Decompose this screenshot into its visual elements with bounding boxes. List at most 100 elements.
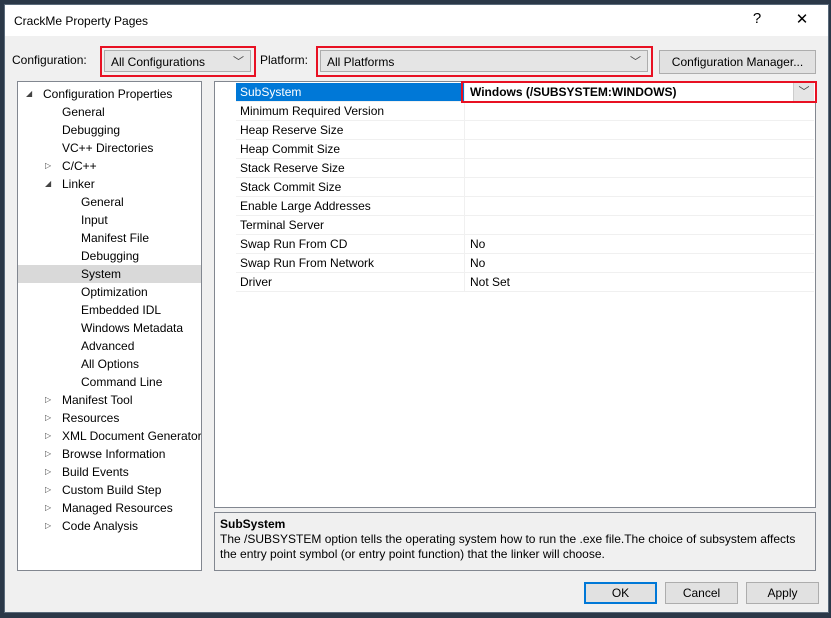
- property-row[interactable]: Driver Not Set: [236, 273, 814, 292]
- tree-item[interactable]: VC++ Directories: [18, 139, 201, 157]
- property-value[interactable]: [466, 159, 814, 177]
- tree-item[interactable]: ▷ C/C++: [18, 157, 201, 175]
- tree-item-label: Linker: [62, 177, 95, 191]
- property-name: Swap Run From CD: [236, 235, 465, 253]
- property-value[interactable]: No: [466, 235, 814, 253]
- property-row[interactable]: Stack Commit Size: [236, 178, 814, 197]
- collapsed-arrow-icon[interactable]: ▷: [45, 517, 51, 535]
- tree-item[interactable]: ▷ XML Document Generator: [18, 427, 201, 445]
- tree-item[interactable]: Windows Metadata: [18, 319, 201, 337]
- tree-item-label: Manifest Tool: [62, 393, 133, 407]
- tree-item[interactable]: Advanced: [18, 337, 201, 355]
- property-grid[interactable]: SubSystem Windows (/SUBSYSTEM:WINDOWS) Min…: [214, 81, 816, 508]
- tree-item-label: C/C++: [62, 159, 97, 173]
- property-row[interactable]: Stack Reserve Size: [236, 159, 814, 178]
- tree-item-label: Debugging: [62, 123, 121, 137]
- tree-item-label: XML Document Generator: [62, 429, 202, 443]
- tree-item-label: Debugging: [81, 249, 140, 263]
- tree-item-label: Browse Information: [62, 447, 166, 461]
- property-row[interactable]: Heap Commit Size: [236, 140, 814, 159]
- property-tree[interactable]: ◢ Configuration Properties General Debuggin…: [17, 81, 202, 571]
- tree-item[interactable]: ▷ Manifest Tool: [18, 391, 201, 409]
- tree-item-label: VC++ Directories: [62, 141, 154, 155]
- apply-button[interactable]: Apply: [746, 582, 819, 604]
- collapsed-arrow-icon[interactable]: ▷: [45, 391, 51, 409]
- tree-item[interactable]: ▷ Browse Information: [18, 445, 201, 463]
- property-row[interactable]: Enable Large Addresses: [236, 197, 814, 216]
- property-value[interactable]: [466, 216, 814, 234]
- tree-item[interactable]: System: [18, 265, 201, 283]
- tree-item-label: Manifest File: [81, 231, 150, 245]
- tree-item-label: All Options: [81, 357, 140, 371]
- property-value[interactable]: No: [466, 254, 814, 272]
- tree-item[interactable]: ▷ Build Events: [18, 463, 201, 481]
- collapsed-arrow-icon[interactable]: ▷: [45, 157, 51, 175]
- tree-item[interactable]: Debugging: [18, 121, 201, 139]
- collapsed-arrow-icon[interactable]: ▷: [45, 445, 51, 463]
- window-title: CrackMe Property Pages: [14, 14, 149, 28]
- tree-item-label: Optimization: [81, 285, 148, 299]
- cancel-button[interactable]: Cancel: [665, 582, 738, 604]
- tree-item[interactable]: All Options: [18, 355, 201, 373]
- close-button[interactable]: ✕: [787, 10, 817, 28]
- tree-item[interactable]: Debugging: [18, 247, 201, 265]
- tree-item-label: Windows Metadata: [81, 321, 184, 335]
- tree-item-label: General: [62, 105, 105, 119]
- property-value[interactable]: [466, 121, 814, 139]
- property-value[interactable]: [466, 197, 814, 215]
- property-row[interactable]: Terminal Server: [236, 216, 814, 235]
- tree-item[interactable]: Command Line: [18, 373, 201, 391]
- tree-item[interactable]: ▷ Code Analysis: [18, 517, 201, 535]
- tree-item[interactable]: ▷ Managed Resources: [18, 499, 201, 517]
- tree-item-label: Advanced: [81, 339, 135, 353]
- expanded-arrow-icon[interactable]: ◢: [45, 175, 51, 193]
- tree-item[interactable]: Manifest File: [18, 229, 201, 247]
- collapsed-arrow-icon[interactable]: ▷: [45, 481, 51, 499]
- annotation-highlight: [100, 46, 256, 77]
- property-row[interactable]: Minimum Required Version: [236, 102, 814, 121]
- property-name: SubSystem: [236, 83, 465, 101]
- expanded-arrow-icon[interactable]: ◢: [26, 85, 32, 103]
- collapsed-arrow-icon[interactable]: ▷: [45, 427, 51, 445]
- tree-item-label: System: [81, 267, 122, 281]
- tree-item-label: Configuration Properties: [43, 87, 173, 101]
- property-value[interactable]: Not Set: [466, 273, 814, 291]
- property-row[interactable]: Heap Reserve Size: [236, 121, 814, 140]
- property-name: Heap Reserve Size: [236, 121, 465, 139]
- tree-item[interactable]: General: [18, 103, 201, 121]
- description-text: The /SUBSYSTEM option tells the operatin…: [220, 532, 796, 561]
- collapsed-arrow-icon[interactable]: ▷: [45, 409, 51, 427]
- collapsed-arrow-icon[interactable]: ▷: [45, 499, 51, 517]
- property-row[interactable]: Swap Run From CD No: [236, 235, 814, 254]
- tree-item[interactable]: ◢ Configuration Properties: [18, 85, 201, 103]
- tree-item[interactable]: Optimization: [18, 283, 201, 301]
- tree-item-label: Code Analysis: [62, 519, 139, 533]
- property-value[interactable]: [466, 102, 814, 120]
- configuration-manager-button[interactable]: Configuration Manager...: [659, 50, 816, 74]
- tree-item[interactable]: General: [18, 193, 201, 211]
- tree-item[interactable]: Embedded IDL: [18, 301, 201, 319]
- ok-button[interactable]: OK: [584, 582, 657, 604]
- help-button[interactable]: ?: [742, 10, 772, 27]
- tree-item[interactable]: ▷ Resources: [18, 409, 201, 427]
- tree-item-label: General: [81, 195, 124, 209]
- property-value[interactable]: [466, 178, 814, 196]
- tree-item-label: Input: [81, 213, 108, 227]
- tree-item-label: Managed Resources: [62, 501, 173, 515]
- tree-item[interactable]: ◢ Linker: [18, 175, 201, 193]
- tree-item[interactable]: Input: [18, 211, 201, 229]
- collapsed-arrow-icon[interactable]: ▷: [45, 463, 51, 481]
- annotation-highlight: [316, 46, 653, 77]
- property-value[interactable]: [466, 140, 814, 158]
- description-panel: SubSystem The /SUBSYSTEM option tells th…: [214, 512, 816, 571]
- property-name: Stack Commit Size: [236, 178, 465, 196]
- configuration-label: Configuration:: [12, 53, 87, 67]
- platform-label: Platform:: [260, 53, 309, 67]
- tree-item[interactable]: ▷ Custom Build Step: [18, 481, 201, 499]
- annotation-highlight: [461, 81, 817, 103]
- property-pages-dialog: CrackMe Property Pages ? ✕ Configuration…: [4, 4, 829, 613]
- property-row[interactable]: Swap Run From Network No: [236, 254, 814, 273]
- property-name: Enable Large Addresses: [236, 197, 465, 215]
- tree-item-label: Build Events: [62, 465, 129, 479]
- title-bar: CrackMe Property Pages ? ✕: [5, 5, 828, 36]
